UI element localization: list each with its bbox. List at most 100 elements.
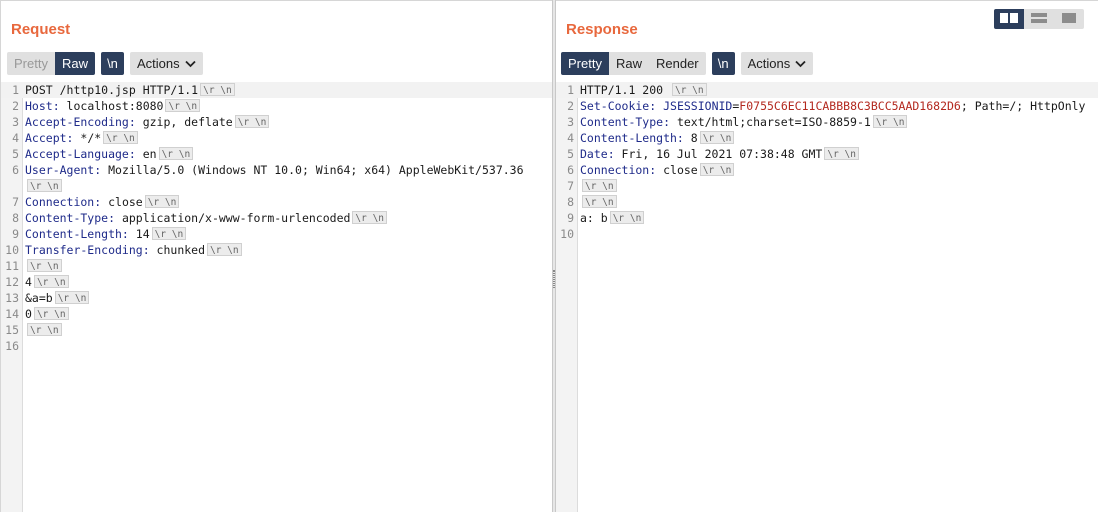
request-view-raw-button[interactable]: Raw [54, 52, 95, 75]
request-lines: 1 POST /http10.jsp HTTP/1.1 \r \n 2 Host: lo… [1, 82, 552, 354]
response-view-render-button[interactable]: Render [649, 52, 706, 75]
split-vertical-button[interactable] [1024, 9, 1054, 29]
line-number: 10 [5, 243, 19, 257]
line-content: 4 \r \n [25, 274, 69, 290]
request-code-line: 1 POST /http10.jsp HTTP/1.1 \r \n [1, 82, 552, 98]
request-code-line: 13 &a=b \r \n [1, 290, 552, 306]
text-segment: 8 [683, 131, 698, 145]
text-segment: a: b [580, 211, 608, 225]
header-name: Content-Length: [25, 227, 129, 241]
text-segment: 4 [25, 275, 32, 289]
response-code-line: 8 \r \n [556, 194, 1098, 210]
line-content: Connection: close \r \n [580, 162, 735, 178]
line-content: User-Agent: Mozilla/5.0 (Windows NT 10.0… [25, 162, 524, 178]
header-name: User-Agent: [25, 163, 102, 177]
line-number: 10 [560, 227, 574, 241]
line-content: POST /http10.jsp HTTP/1.1 \r \n [25, 82, 235, 98]
header-name: Content-Type: [580, 115, 671, 129]
line-number: 11 [5, 259, 19, 273]
line-content: Content-Type: text/html;charset=ISO-8859… [580, 114, 908, 130]
line-number: 9 [567, 211, 574, 225]
response-lines: 1 HTTP/1.1 200 \r \n 2 Set-Cookie: JSESSION… [556, 82, 1098, 242]
text-segment: close [656, 163, 698, 177]
line-number: 9 [12, 227, 19, 241]
request-code-line: 12 4 \r \n [1, 274, 552, 290]
response-view-toggle: Pretty Raw Render [561, 52, 706, 75]
response-code-line: 10 [556, 226, 1098, 242]
response-title: Response [566, 21, 638, 38]
line-number: 8 [567, 195, 574, 209]
text-segment: gzip, deflate [135, 115, 233, 129]
response-editor[interactable]: 1 HTTP/1.1 200 \r \n 2 Set-Cookie: JSESSION… [556, 82, 1098, 512]
request-code-line: 14 0 \r \n [1, 306, 552, 322]
request-toolbar: Pretty Raw \n Actions [7, 52, 203, 75]
response-actions-button[interactable]: Actions [740, 52, 814, 75]
crlf-marker: \r \n [33, 275, 69, 288]
response-view-pretty-button[interactable]: Pretty [561, 52, 609, 75]
line-number: 6 [12, 163, 19, 177]
crlf-marker: \r \n [824, 147, 859, 160]
line-content: \r \n [25, 178, 62, 194]
session-id-value: F0755C6EC11CABBB8C3BCC5AAD1682D6 [739, 99, 961, 113]
text-segment: chunked [149, 243, 206, 257]
request-show-newlines-button[interactable]: \n [100, 52, 124, 75]
line-content: Accept-Language: en \r \n [25, 146, 194, 162]
line-number: 6 [567, 163, 574, 177]
text-segment: localhost:8080 [59, 99, 164, 113]
request-code-line: 15 \r \n [1, 322, 552, 338]
line-content: \r \n [25, 258, 62, 274]
crlf-marker: \r \n [103, 131, 138, 144]
response-code-line: 1 HTTP/1.1 200 \r \n [556, 82, 1098, 98]
header-name: Accept: [25, 131, 74, 145]
line-content: Accept: */* \r \n [25, 130, 138, 146]
response-actions-label: Actions [747, 56, 791, 71]
crlf-marker: \r \n [165, 99, 201, 112]
request-code-line: 11 \r \n [1, 258, 552, 274]
crlf-marker: \r \n [207, 243, 242, 256]
request-view-pretty-button: Pretty [14, 56, 48, 71]
request-pane: Request Pretty Raw \n Actions 1 POST /http… [0, 0, 552, 512]
line-content: Content-Length: 8 \r \n [580, 130, 735, 146]
request-code-line: 4 Accept: */* \r \n [1, 130, 552, 146]
response-code-line: 7 \r \n [556, 178, 1098, 194]
crlf-marker: \r \n [144, 195, 180, 208]
line-content: &a=b \r \n [25, 290, 90, 306]
request-code-line: 9 Content-Length: 14 \r \n [1, 226, 552, 242]
request-code-line: 5 Accept-Language: en \r \n [1, 146, 552, 162]
header-name: JSESSIONID [663, 99, 733, 113]
crlf-marker: \r \n [33, 307, 69, 320]
text-segment: 14 [128, 227, 150, 241]
line-number: 4 [12, 131, 19, 145]
text-segment: Fri, 16 Jul 2021 07:38:48 GMT [614, 147, 823, 161]
text-segment: close [101, 195, 143, 209]
crlf-marker: \r \n [672, 83, 707, 96]
request-editor[interactable]: 1 POST /http10.jsp HTTP/1.1 \r \n 2 Host: lo… [1, 82, 552, 512]
crlf-marker: \r \n [54, 291, 90, 304]
tabs-view-button[interactable] [1054, 9, 1084, 29]
response-view-raw-button[interactable]: Raw [609, 52, 649, 75]
line-number: 8 [12, 211, 19, 225]
header-name: Host: [25, 99, 60, 113]
line-number: 3 [567, 115, 574, 129]
header-name: Date: [580, 147, 615, 161]
response-show-newlines-button[interactable]: \n [711, 52, 735, 75]
split-vertical-icon [1031, 10, 1047, 28]
response-code-line: 5 Date: Fri, 16 Jul 2021 07:38:48 GMT \r \… [556, 146, 1098, 162]
crlf-marker: \r \n [234, 115, 270, 128]
line-number: 7 [12, 195, 19, 209]
line-number: 5 [12, 147, 19, 161]
header-name: Accept-Encoding: [25, 115, 136, 129]
request-actions-button[interactable]: Actions [129, 52, 203, 75]
layout-toggle [994, 9, 1084, 29]
crlf-marker: \r \n [872, 115, 908, 128]
header-name: Content-Type: [25, 211, 116, 225]
split-horizontal-button[interactable] [994, 9, 1024, 29]
request-actions-label: Actions [136, 56, 180, 71]
line-content: \r \n [580, 194, 617, 210]
header-name: Content-Length: [580, 131, 684, 145]
crlf-marker: \r \n [200, 83, 235, 96]
text-segment: &a=b [25, 291, 53, 305]
crlf-marker: \r \n [582, 195, 617, 208]
response-code-line: 6 Connection: close \r \n [556, 162, 1098, 178]
text-segment: */* [73, 131, 102, 145]
